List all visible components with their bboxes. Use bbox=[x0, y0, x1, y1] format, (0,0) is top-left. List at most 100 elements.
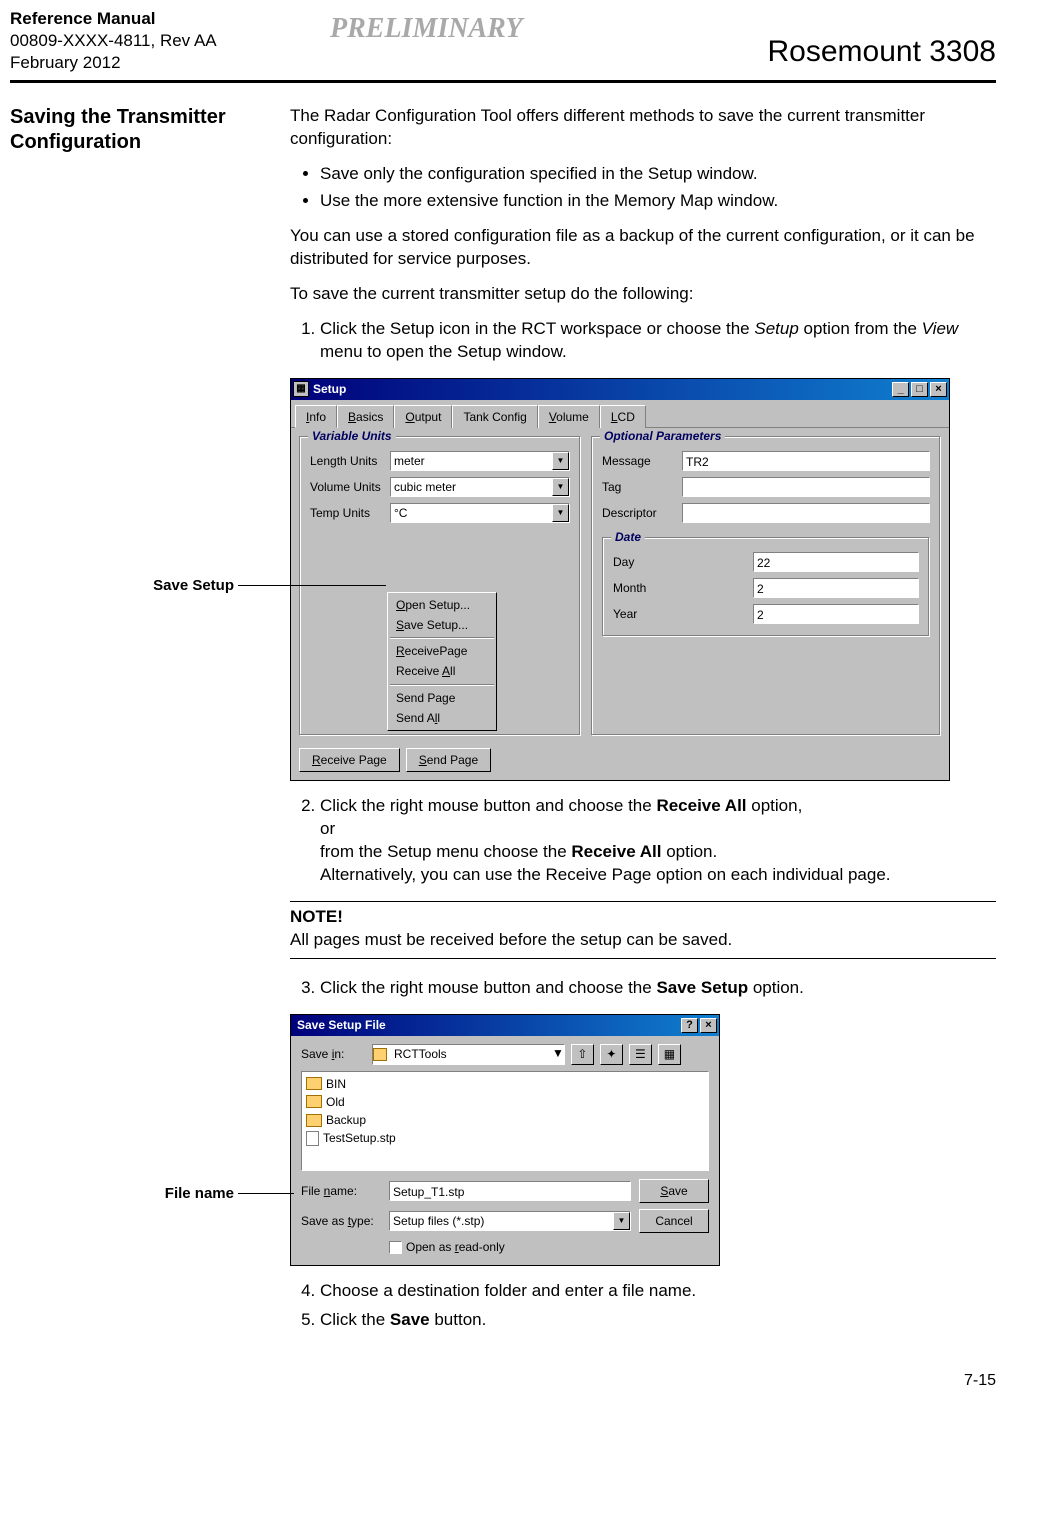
help-button[interactable]: ? bbox=[681, 1018, 698, 1033]
up-one-level-button[interactable]: ⇧ bbox=[571, 1044, 594, 1065]
group-title: Optional Parameters bbox=[600, 428, 725, 444]
temp-units-combo[interactable]: ▼ bbox=[390, 503, 570, 523]
preliminary-label: PRELIMINARY bbox=[330, 8, 686, 74]
descriptor-field[interactable] bbox=[682, 503, 930, 523]
read-only-checkbox[interactable] bbox=[389, 1241, 402, 1254]
details-view-button[interactable]: ▦ bbox=[658, 1044, 681, 1065]
tab-info[interactable]: Info bbox=[295, 405, 337, 428]
file-icon bbox=[306, 1131, 319, 1146]
month-label: Month bbox=[613, 580, 693, 596]
tab-basics[interactable]: Basics bbox=[337, 405, 394, 428]
day-field[interactable]: 22 bbox=[753, 552, 919, 572]
tab-tank-config[interactable]: Tank Config bbox=[452, 405, 537, 428]
file-name-field[interactable]: Setup_T1.stp bbox=[389, 1181, 631, 1201]
message-label: Message bbox=[602, 453, 682, 469]
page-number: 7-15 bbox=[10, 1370, 996, 1392]
step-3: Click the right mouse button and choose … bbox=[320, 977, 996, 1000]
save-as-type-value[interactable] bbox=[390, 1212, 613, 1230]
bullet-item: Save only the configuration specified in… bbox=[320, 163, 996, 186]
maximize-button[interactable]: □ bbox=[911, 382, 928, 397]
list-item[interactable]: TestSetup.stp bbox=[306, 1130, 704, 1146]
temp-units-label: Temp Units bbox=[310, 505, 390, 521]
window-title: Setup bbox=[313, 381, 892, 397]
list-item[interactable]: BIN bbox=[306, 1076, 704, 1092]
group-date: Date Day 22 Month 2 bbox=[602, 537, 930, 637]
message-field[interactable]: TR2 bbox=[682, 451, 930, 471]
length-units-combo[interactable]: ▼ bbox=[390, 451, 570, 471]
save-in-value[interactable] bbox=[391, 1045, 552, 1064]
menu-send-all[interactable]: Send All bbox=[390, 708, 494, 728]
temp-units-value[interactable] bbox=[391, 504, 552, 522]
file-list[interactable]: BIN Old Backup TestSetup.stp bbox=[301, 1071, 709, 1171]
dropdown-icon[interactable]: ▼ bbox=[552, 504, 569, 522]
note-text: All pages must be received before the se… bbox=[290, 929, 996, 952]
read-only-label: Open as read-only bbox=[406, 1239, 505, 1255]
descriptor-label: Descriptor bbox=[602, 505, 682, 521]
month-field[interactable]: 2 bbox=[753, 578, 919, 598]
list-item[interactable]: Old bbox=[306, 1094, 704, 1110]
dropdown-icon[interactable]: ▼ bbox=[552, 1045, 564, 1064]
menu-receive-page[interactable]: ReceivePage bbox=[390, 641, 494, 661]
list-view-button[interactable]: ☰ bbox=[629, 1044, 652, 1065]
menu-receive-all[interactable]: Receive All bbox=[390, 661, 494, 681]
new-folder-button[interactable]: ✦ bbox=[600, 1044, 623, 1065]
section-title: Saving the Transmitter Configuration bbox=[10, 105, 280, 155]
save-in-label: Save in: bbox=[301, 1046, 366, 1062]
callout-save-setup: Save Setup bbox=[110, 576, 238, 596]
close-button[interactable]: × bbox=[700, 1018, 717, 1033]
titlebar[interactable]: Save Setup File ? × bbox=[291, 1015, 719, 1036]
volume-units-combo[interactable]: ▼ bbox=[390, 477, 570, 497]
note-label: NOTE! bbox=[290, 907, 343, 926]
dialog-title: Save Setup File bbox=[293, 1017, 681, 1033]
callout-file-name: File name bbox=[110, 1184, 238, 1204]
tab-lcd[interactable]: LCD bbox=[600, 405, 646, 428]
app-icon: ▦ bbox=[293, 381, 309, 397]
step-4: Choose a destination folder and enter a … bbox=[320, 1280, 996, 1303]
titlebar[interactable]: ▦ Setup _ □ × bbox=[291, 379, 949, 400]
dropdown-icon[interactable]: ▼ bbox=[613, 1212, 630, 1230]
intro-paragraph: The Radar Configuration Tool offers diff… bbox=[290, 105, 996, 151]
paragraph: To save the current transmitter setup do… bbox=[290, 283, 996, 306]
volume-units-label: Volume Units bbox=[310, 479, 390, 495]
length-units-value[interactable] bbox=[391, 452, 552, 470]
volume-units-value[interactable] bbox=[391, 478, 552, 496]
step-2: Click the right mouse button and choose … bbox=[320, 795, 996, 887]
save-as-type-combo[interactable]: ▼ bbox=[389, 1211, 631, 1231]
group-title: Date bbox=[611, 529, 645, 545]
menu-open-setup[interactable]: Open Setup... bbox=[390, 595, 494, 615]
folder-icon bbox=[306, 1095, 322, 1108]
step-5: Click the Save button. bbox=[320, 1309, 996, 1332]
tab-output[interactable]: Output bbox=[394, 405, 452, 428]
day-label: Day bbox=[613, 554, 693, 570]
tab-volume[interactable]: Volume bbox=[538, 405, 600, 428]
menu-send-page[interactable]: Send Page bbox=[390, 688, 494, 708]
minimize-button[interactable]: _ bbox=[892, 382, 909, 397]
length-units-label: Length Units bbox=[310, 453, 390, 469]
receive-page-button[interactable]: Receive Page bbox=[299, 748, 400, 772]
tag-field[interactable] bbox=[682, 477, 930, 497]
bullet-item: Use the more extensive function in the M… bbox=[320, 190, 996, 213]
folder-icon bbox=[306, 1114, 322, 1127]
step-1: Click the Setup icon in the RCT workspac… bbox=[320, 318, 996, 364]
paragraph: You can use a stored configuration file … bbox=[290, 225, 996, 271]
group-optional-parameters: Optional Parameters Message TR2 Tag Desc… bbox=[591, 436, 941, 736]
page-header: Reference Manual 00809-XXXX-4811, Rev AA… bbox=[10, 8, 996, 83]
cancel-button[interactable]: Cancel bbox=[639, 1209, 709, 1233]
dropdown-icon[interactable]: ▼ bbox=[552, 478, 569, 496]
manual-title: Reference Manual bbox=[10, 8, 330, 30]
menu-save-setup[interactable]: Save Setup... bbox=[390, 615, 494, 635]
year-label: Year bbox=[613, 606, 693, 622]
doc-number: 00809-XXXX-4811, Rev AA bbox=[10, 30, 330, 52]
tab-strip: Info Basics Output Tank Config Volume LC… bbox=[291, 400, 949, 428]
doc-date: February 2012 bbox=[10, 52, 330, 74]
year-field[interactable]: 2 bbox=[753, 604, 919, 624]
dropdown-icon[interactable]: ▼ bbox=[552, 452, 569, 470]
file-name-label: File name: bbox=[301, 1183, 381, 1199]
send-page-button[interactable]: Send Page bbox=[406, 748, 491, 772]
group-title: Variable Units bbox=[308, 428, 396, 444]
close-button[interactable]: × bbox=[930, 382, 947, 397]
list-item[interactable]: Backup bbox=[306, 1112, 704, 1128]
setup-window: ▦ Setup _ □ × Info Basics Output Tank Co… bbox=[290, 378, 950, 781]
save-in-combo[interactable]: ▼ bbox=[372, 1044, 565, 1065]
save-button[interactable]: Save bbox=[639, 1179, 709, 1203]
